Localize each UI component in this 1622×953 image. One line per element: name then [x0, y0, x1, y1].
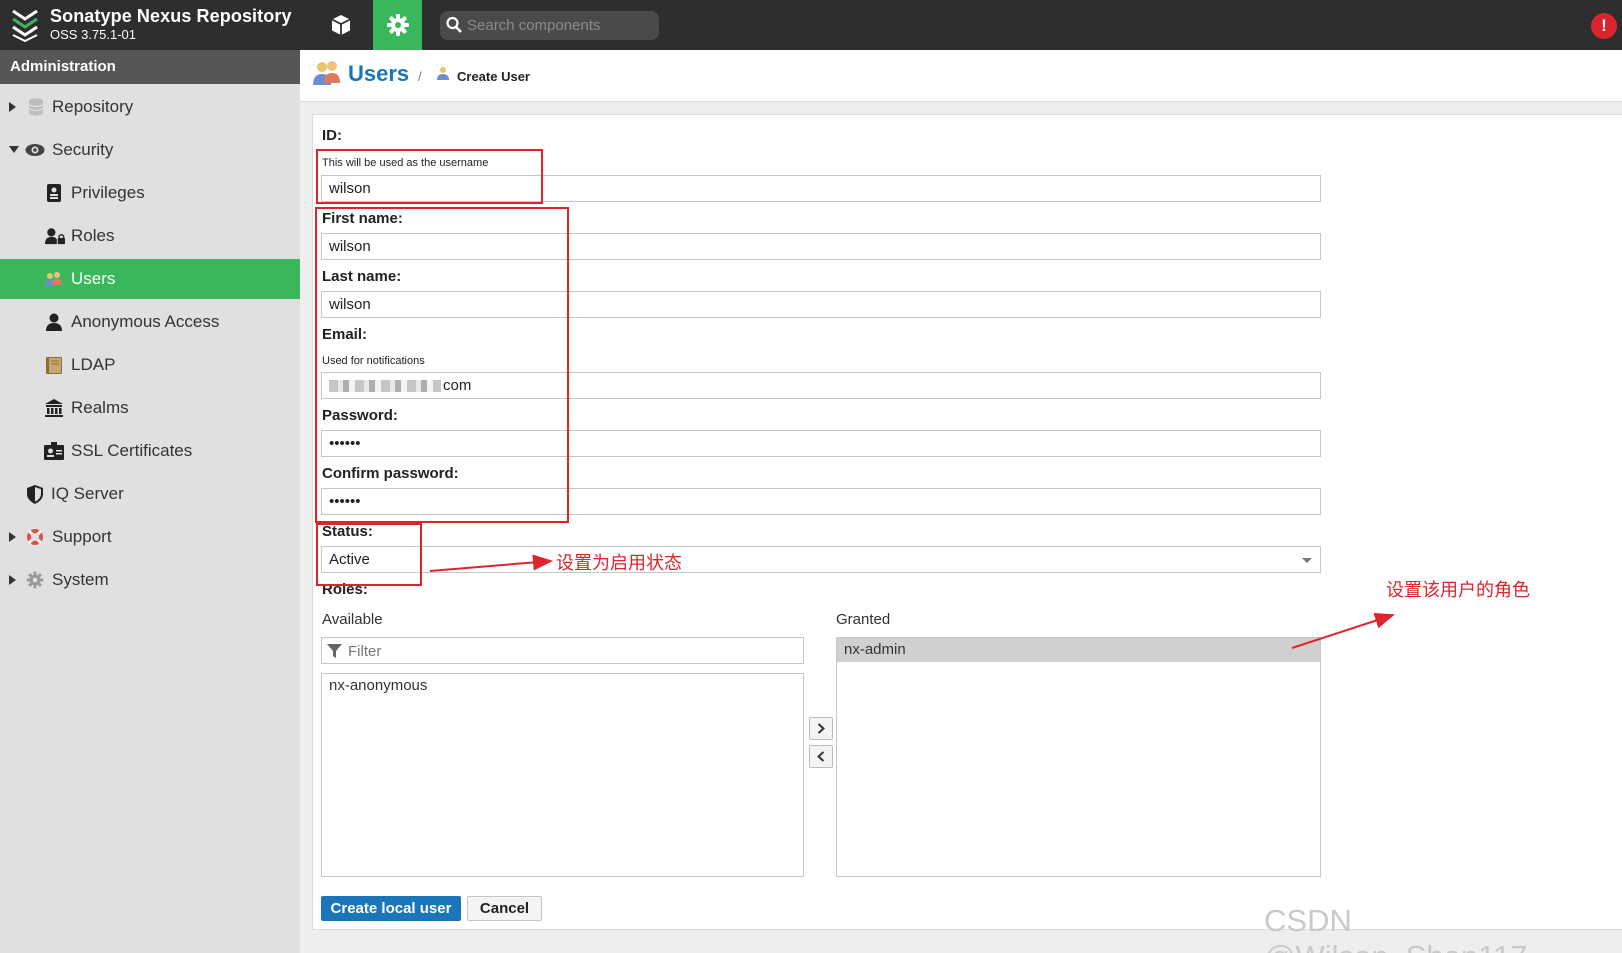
sidebar-item-security[interactable]: Security — [0, 130, 300, 170]
sidebar-item-system[interactable]: System — [0, 560, 300, 600]
search-icon — [446, 16, 462, 33]
top-bar: Sonatype Nexus Repository OSS 3.75.1-01 — [0, 0, 1622, 50]
annotation-box-status — [316, 523, 422, 586]
nexus-logo-icon — [12, 9, 38, 43]
caret-down-icon — [9, 146, 19, 153]
granted-roles-label: Granted — [836, 611, 891, 628]
granted-roles-list[interactable]: nx-admin — [836, 637, 1321, 877]
gear-icon — [25, 570, 45, 590]
available-roles-list[interactable]: nx-anonymous — [321, 673, 804, 877]
alert-icon[interactable]: ! — [1591, 13, 1617, 39]
search-input[interactable] — [467, 14, 652, 36]
roles-filter-input[interactable] — [348, 641, 788, 661]
sidebar-item-label: Roles — [71, 226, 115, 245]
breadcrumb: Users / Create User — [300, 50, 1622, 102]
sidebar-item-label: Security — [52, 140, 114, 159]
sidebar-item-label: IQ Server — [51, 484, 124, 503]
lifebuoy-icon — [25, 527, 45, 547]
sidebar-item-ldap[interactable]: LDAP — [0, 345, 300, 385]
sidebar-item-label: Privileges — [71, 183, 145, 202]
filter-icon — [327, 644, 342, 658]
browse-button[interactable] — [316, 0, 365, 50]
caret-right-icon — [9, 575, 16, 585]
id-badge-icon — [44, 183, 64, 203]
status-select[interactable]: Active — [321, 546, 1321, 573]
sidebar-item-label: SSL Certificates — [71, 441, 193, 460]
sidebar-item-realms[interactable]: Realms — [0, 388, 300, 428]
create-local-user-button[interactable]: Create local user — [321, 896, 461, 921]
book-icon — [44, 355, 64, 375]
add-role-button[interactable] — [809, 717, 833, 740]
building-icon — [44, 398, 64, 418]
eye-icon — [25, 140, 45, 160]
app-version: OSS 3.75.1-01 — [50, 27, 136, 42]
sidebar-item-label: Anonymous Access — [71, 312, 220, 331]
available-roles-label: Available — [322, 611, 383, 628]
sidebar-item-repository[interactable]: Repository — [0, 87, 300, 127]
chevron-right-icon — [817, 723, 825, 734]
shield-icon — [25, 484, 45, 504]
chevron-left-icon — [817, 751, 825, 762]
sidebar-item-label: Realms — [71, 398, 129, 417]
gear-icon — [386, 14, 409, 36]
sidebar-item-roles[interactable]: Roles — [0, 216, 300, 256]
users-icon — [44, 269, 64, 289]
sidebar: Administration Repository Security Privi… — [0, 50, 300, 953]
sidebar-item-label: LDAP — [71, 355, 116, 374]
cancel-button[interactable]: Cancel — [467, 896, 542, 921]
roles-filter[interactable] — [321, 637, 804, 664]
search-box[interactable] — [440, 11, 659, 40]
list-item[interactable]: nx-admin — [837, 638, 1320, 662]
roles-annotation: 设置该用户的角色 — [1386, 580, 1530, 601]
sidebar-item-iq-server[interactable]: IQ Server — [0, 474, 300, 514]
user-icon — [437, 66, 449, 85]
sidebar-item-label: System — [52, 570, 109, 589]
sidebar-item-privileges[interactable]: Privileges — [0, 173, 300, 213]
user-icon — [44, 312, 64, 332]
sidebar-item-anonymous-access[interactable]: Anonymous Access — [0, 302, 300, 342]
annotation-box-id — [316, 149, 543, 204]
cube-icon — [331, 15, 350, 35]
user-lock-icon — [45, 226, 65, 246]
app-title: Sonatype Nexus Repository — [50, 6, 292, 26]
users-icon — [312, 58, 342, 93]
annotation-box-details — [315, 207, 569, 523]
certificate-icon — [44, 441, 64, 461]
sidebar-item-support[interactable]: Support — [0, 517, 300, 557]
id-label: ID: — [322, 127, 342, 144]
sidebar-item-label: Repository — [52, 97, 134, 116]
sidebar-header: Administration — [0, 50, 300, 84]
caret-right-icon — [9, 102, 16, 112]
watermark: CSDN @Wilson_Shen117 — [1264, 903, 1528, 953]
page-title[interactable]: Users — [348, 61, 409, 87]
sidebar-item-ssl-certificates[interactable]: SSL Certificates — [0, 431, 300, 471]
status-annotation: 设置为启用状态 — [556, 553, 682, 574]
administration-button[interactable] — [373, 0, 422, 50]
remove-role-button[interactable] — [809, 745, 833, 768]
database-icon — [26, 97, 46, 117]
sidebar-item-label: Support — [52, 527, 112, 546]
sidebar-item-users[interactable]: Users — [0, 259, 300, 299]
chevron-down-icon[interactable] — [1302, 558, 1312, 563]
breadcrumb-current: Create User — [457, 69, 530, 84]
caret-right-icon — [9, 532, 16, 542]
sidebar-item-label: Users — [71, 269, 116, 288]
list-item[interactable]: nx-anonymous — [322, 674, 803, 698]
breadcrumb-separator: / — [418, 69, 422, 84]
